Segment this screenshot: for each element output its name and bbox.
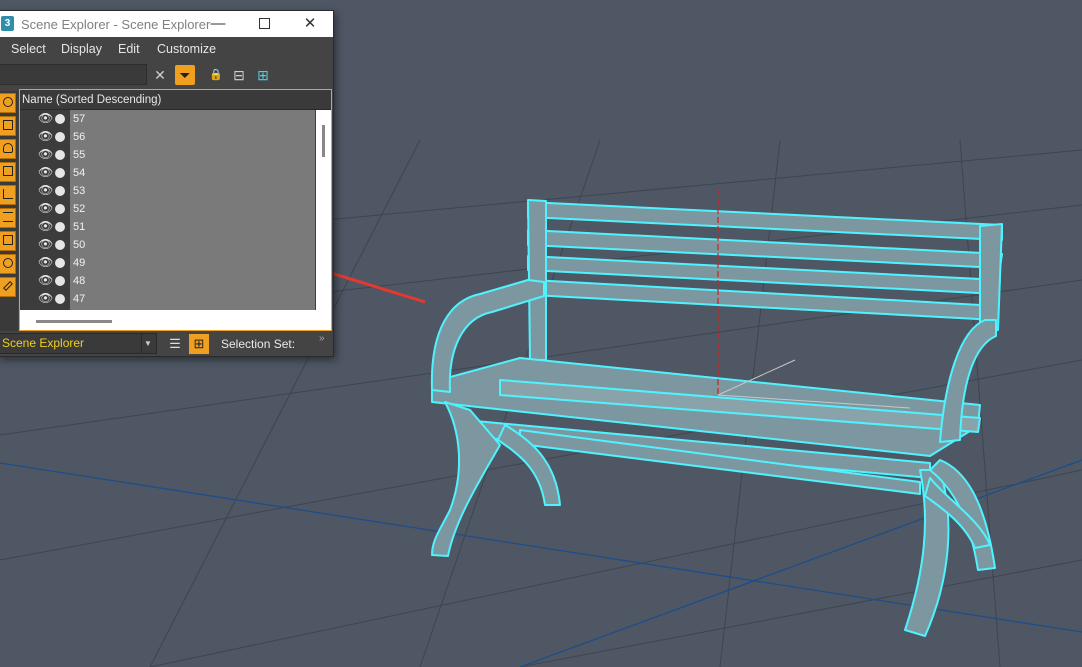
freeze-dot-icon[interactable] bbox=[55, 204, 65, 214]
hierarchy-icon[interactable]: ⊟ bbox=[229, 65, 249, 85]
scene-rows[interactable]: 👁 57 👁 56 👁 55 👁 54 👁 53 👁 52 👁 51 👁 50 👁 49 👁 48 👁 47 bbox=[20, 110, 317, 310]
visibility-eye-icon[interactable]: 👁 bbox=[38, 238, 53, 251]
xref-icon[interactable] bbox=[0, 254, 16, 274]
list-item[interactable]: 👁 48 bbox=[20, 273, 317, 291]
hierarchy-mode-icon[interactable]: ⊞ bbox=[189, 334, 209, 354]
close-button[interactable]: ✕ bbox=[287, 11, 333, 37]
list-item[interactable]: 👁 52 bbox=[20, 201, 317, 219]
title-bar[interactable]: 3 Scene Explorer - Scene Explorer — ✕ bbox=[0, 11, 333, 37]
selection-set-label: Selection Set: bbox=[221, 337, 296, 351]
object-name: 48 bbox=[73, 275, 86, 287]
object-name: 47 bbox=[73, 293, 86, 305]
explorer-dropdown-value: Scene Explorer bbox=[2, 336, 85, 350]
object-name: 54 bbox=[73, 167, 86, 179]
list-item[interactable]: 👁 56 bbox=[20, 129, 317, 147]
visibility-eye-icon[interactable]: 👁 bbox=[38, 130, 53, 143]
menu-customize[interactable]: Customize bbox=[157, 42, 216, 56]
spacewarp-icon[interactable] bbox=[0, 208, 16, 228]
list-item[interactable]: 👁 55 bbox=[20, 147, 317, 165]
object-name: 53 bbox=[73, 185, 86, 197]
list-item[interactable]: 👁 50 bbox=[20, 237, 317, 255]
search-field[interactable] bbox=[0, 64, 147, 85]
freeze-dot-icon[interactable] bbox=[55, 276, 65, 286]
bone-icon[interactable] bbox=[0, 277, 16, 297]
object-name: 50 bbox=[73, 239, 86, 251]
freeze-dot-icon[interactable] bbox=[55, 150, 65, 160]
visibility-eye-icon[interactable]: 👁 bbox=[38, 148, 53, 161]
visibility-eye-icon[interactable]: 👁 bbox=[38, 166, 53, 179]
dropdown-arrow-icon[interactable]: ▼ bbox=[141, 334, 154, 353]
group-icon[interactable] bbox=[0, 231, 16, 251]
visibility-eye-icon[interactable]: 👁 bbox=[38, 256, 53, 269]
list-item[interactable]: 👁 54 bbox=[20, 165, 317, 183]
type-filter-strip bbox=[0, 91, 18, 331]
freeze-dot-icon[interactable] bbox=[55, 186, 65, 196]
explorer-toolbar: ✕ ⏷ 🔒 ⊟ ⊞ bbox=[0, 61, 333, 89]
minimize-button[interactable]: — bbox=[195, 11, 241, 37]
shape-icon[interactable] bbox=[0, 116, 16, 136]
object-name: 57 bbox=[73, 113, 86, 125]
list-item[interactable]: 👁 53 bbox=[20, 183, 317, 201]
visibility-eye-icon[interactable]: 👁 bbox=[38, 220, 53, 233]
camera-icon[interactable] bbox=[0, 162, 16, 182]
maximize-button[interactable] bbox=[241, 11, 287, 37]
menu-edit[interactable]: Edit bbox=[118, 42, 140, 56]
menu-display[interactable]: Display bbox=[61, 42, 102, 56]
list-item[interactable]: 👁 47 bbox=[20, 291, 317, 309]
visibility-eye-icon[interactable]: 👁 bbox=[38, 292, 53, 305]
list-item[interactable]: 👁 49 bbox=[20, 255, 317, 273]
scene-list-panel[interactable]: Name (Sorted Descending) 👁 57 👁 56 👁 55 👁 54 👁 53… bbox=[19, 89, 332, 331]
layers-icon[interactable]: ☰ bbox=[165, 334, 185, 354]
freeze-dot-icon[interactable] bbox=[55, 168, 65, 178]
filter-icon[interactable]: ⏷ bbox=[175, 65, 195, 85]
list-item[interactable]: 👁 57 bbox=[20, 111, 317, 129]
name-column-header[interactable]: Name (Sorted Descending) bbox=[20, 90, 331, 110]
lock-icon[interactable]: 🔒 bbox=[206, 65, 226, 85]
scene-explorer-window[interactable]: 3 Scene Explorer - Scene Explorer — ✕ Se… bbox=[0, 10, 334, 357]
object-name: 55 bbox=[73, 149, 86, 161]
geometry-icon[interactable] bbox=[0, 93, 16, 113]
vertical-scroll-thumb[interactable] bbox=[322, 125, 325, 157]
menu-select[interactable]: Select bbox=[11, 42, 46, 56]
visibility-eye-icon[interactable]: 👁 bbox=[38, 274, 53, 287]
freeze-dot-icon[interactable] bbox=[55, 294, 65, 304]
helper-icon[interactable] bbox=[0, 185, 16, 205]
freeze-dot-icon[interactable] bbox=[55, 132, 65, 142]
horizontal-scrollbar[interactable] bbox=[20, 310, 331, 330]
object-name: 51 bbox=[73, 221, 86, 233]
clear-search-icon[interactable]: ✕ bbox=[150, 65, 170, 85]
freeze-dot-icon[interactable] bbox=[55, 222, 65, 232]
bottom-bar: Scene Explorer ▼ ☰ ⊞ Selection Set: » bbox=[0, 331, 333, 356]
freeze-dot-icon[interactable] bbox=[55, 258, 65, 268]
light-icon[interactable] bbox=[0, 139, 16, 159]
expand-arrows-icon[interactable]: » bbox=[319, 333, 325, 344]
visibility-eye-icon[interactable]: 👁 bbox=[38, 184, 53, 197]
list-item[interactable]: 👁 51 bbox=[20, 219, 317, 237]
window-title: Scene Explorer - Scene Explorer bbox=[21, 17, 211, 32]
app-icon: 3 bbox=[1, 16, 14, 31]
freeze-dot-icon[interactable] bbox=[55, 114, 65, 124]
object-name: 52 bbox=[73, 203, 86, 215]
maximize-icon bbox=[258, 17, 270, 29]
explorer-dropdown[interactable]: Scene Explorer ▼ bbox=[0, 333, 157, 354]
freeze-dot-icon[interactable] bbox=[55, 240, 65, 250]
menu-bar: Select Display Edit Customize bbox=[0, 37, 333, 61]
visibility-eye-icon[interactable]: 👁 bbox=[38, 112, 53, 125]
vertical-scrollbar[interactable] bbox=[316, 110, 331, 310]
object-name: 49 bbox=[73, 257, 86, 269]
object-name: 56 bbox=[73, 131, 86, 143]
visibility-eye-icon[interactable]: 👁 bbox=[38, 202, 53, 215]
horizontal-scroll-thumb[interactable] bbox=[36, 320, 112, 323]
tree-view-icon[interactable]: ⊞ bbox=[253, 65, 273, 85]
